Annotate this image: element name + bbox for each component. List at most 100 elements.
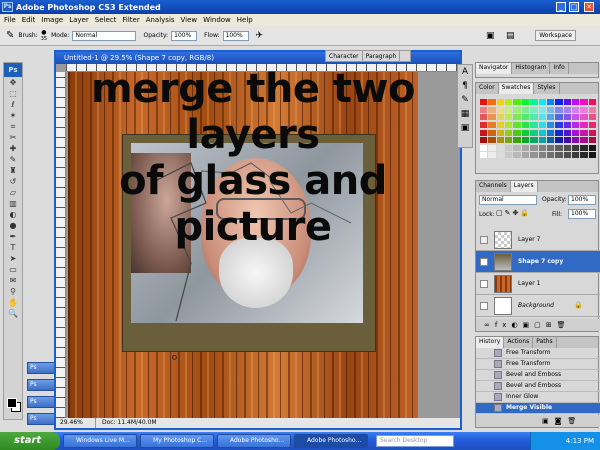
color-swatch[interactable] [505,129,513,136]
color-swatch[interactable] [580,152,588,159]
color-swatch[interactable] [513,106,521,113]
color-swatch[interactable] [563,152,571,159]
color-swatch[interactable] [580,114,588,121]
color-swatch[interactable] [588,114,596,121]
tab-paragraph[interactable]: Paragraph [363,51,401,61]
hand-tool-icon[interactable]: ✋ [4,297,22,308]
color-swatch[interactable] [580,106,588,113]
color-swatch[interactable] [488,144,496,151]
color-swatch[interactable] [480,114,488,121]
color-swatch[interactable] [505,114,513,121]
visibility-off-icon[interactable] [480,236,488,244]
color-swatch[interactable] [546,137,555,144]
color-swatch[interactable] [530,121,538,128]
fill-field[interactable]: 100% [568,209,596,219]
color-swatch[interactable] [580,144,588,151]
color-swatch[interactable] [480,152,488,159]
color-swatch[interactable] [571,129,580,136]
marquee-tool-icon[interactable]: ⬚ [4,88,22,99]
palette-well-icon[interactable]: ▣ [486,31,495,41]
color-swatch[interactable] [530,129,538,136]
color-swatch[interactable] [530,152,538,159]
color-swatch[interactable] [496,114,505,121]
magic-wand-tool-icon[interactable]: ✶ [4,110,22,121]
color-swatch[interactable] [546,144,555,151]
eyedropper-tool-icon[interactable]: ⚲ [4,286,22,297]
color-swatch[interactable] [555,106,563,113]
color-swatch[interactable] [588,152,596,159]
color-swatch[interactable] [488,99,496,105]
color-swatch[interactable] [513,129,521,136]
zoom-level[interactable]: 29.46% [56,418,96,428]
opacity-field[interactable]: 100% [171,30,198,41]
color-swatch[interactable] [496,144,505,151]
history-item[interactable]: Bevel and Emboss [476,370,600,381]
color-swatch[interactable] [505,152,513,159]
color-swatch[interactable] [588,137,596,144]
history-item[interactable]: Free Transform [476,359,600,370]
color-swatch[interactable] [505,106,513,113]
path-select-icon[interactable]: ➤ [4,253,22,264]
color-swatch[interactable] [496,152,505,159]
character-panel-icon[interactable]: A [458,67,472,77]
dodge-tool-icon[interactable]: ● [4,220,22,231]
pen-tool-icon[interactable]: ✒ [4,231,22,242]
color-swatch[interactable] [488,114,496,121]
color-swatch[interactable] [555,121,563,128]
airbrush-icon[interactable]: ✈ [256,31,264,41]
color-swatch[interactable] [588,99,596,105]
color-swatch[interactable] [563,144,571,151]
color-swatch[interactable] [480,129,488,136]
eraser-tool-icon[interactable]: ▱ [4,187,22,198]
color-swatch[interactable] [488,152,496,159]
color-swatch[interactable] [488,137,496,144]
shape-tool-icon[interactable]: ▭ [4,264,22,275]
doc-size-info[interactable]: Doc: 11.4M/40.0M [96,418,157,428]
paragraph-panel-icon[interactable]: ¶ [458,81,472,91]
color-swatch[interactable] [521,121,530,128]
color-swatch[interactable] [563,121,571,128]
desktop-search-input[interactable]: Search Desktop [376,435,454,447]
layer-opacity-field[interactable]: 100% [568,195,596,205]
tab-layers[interactable]: Layers [510,181,538,192]
color-swatch[interactable] [496,106,505,113]
tab-histogram[interactable]: Histogram [512,63,551,74]
brush-picker[interactable]: ● 35 [41,29,47,42]
brush-tool-icon[interactable]: ✎ [6,30,14,41]
taskbar-button-messenger[interactable]: Windows Live M... [63,434,137,448]
move-tool-icon[interactable]: ✥ [4,77,22,88]
eye-icon[interactable] [480,280,488,288]
menu-layer[interactable]: Layer [69,16,89,24]
color-swatch[interactable] [588,106,596,113]
color-swatch[interactable] [480,99,488,105]
color-swatch[interactable] [571,106,580,113]
flow-field[interactable]: 100% [222,30,249,41]
color-swatch[interactable] [580,99,588,105]
notes-tool-icon[interactable]: ✉ [4,275,22,286]
color-swatch[interactable] [521,129,530,136]
tab-color[interactable]: Color [476,83,499,94]
color-swatch[interactable] [513,137,521,144]
color-swatch[interactable] [505,144,513,151]
color-swatch[interactable] [571,99,580,105]
layer-comps-icon[interactable]: ▣ [458,123,472,133]
color-swatch[interactable] [563,137,571,144]
color-swatch[interactable] [530,99,538,105]
color-swatch[interactable] [538,99,546,105]
color-swatch[interactable] [571,152,580,159]
color-swatch[interactable] [563,114,571,121]
workspace-menu[interactable]: Workspace [535,30,576,41]
color-swatch[interactable] [538,106,546,113]
color-swatch[interactable] [505,99,513,105]
color-swatch[interactable] [513,152,521,159]
lasso-tool-icon[interactable]: ℓ [4,99,22,110]
color-swatch[interactable] [580,129,588,136]
color-swatch[interactable] [571,137,580,144]
color-swatch[interactable] [580,137,588,144]
color-swatch[interactable] [538,152,546,159]
tool-presets-icon[interactable]: ▦ [458,109,472,119]
brush-tool-icon-2[interactable]: ✎ [4,154,22,165]
blur-tool-icon[interactable]: ◐ [4,209,22,220]
color-swatch[interactable] [571,114,580,121]
color-swatch[interactable] [546,99,555,105]
